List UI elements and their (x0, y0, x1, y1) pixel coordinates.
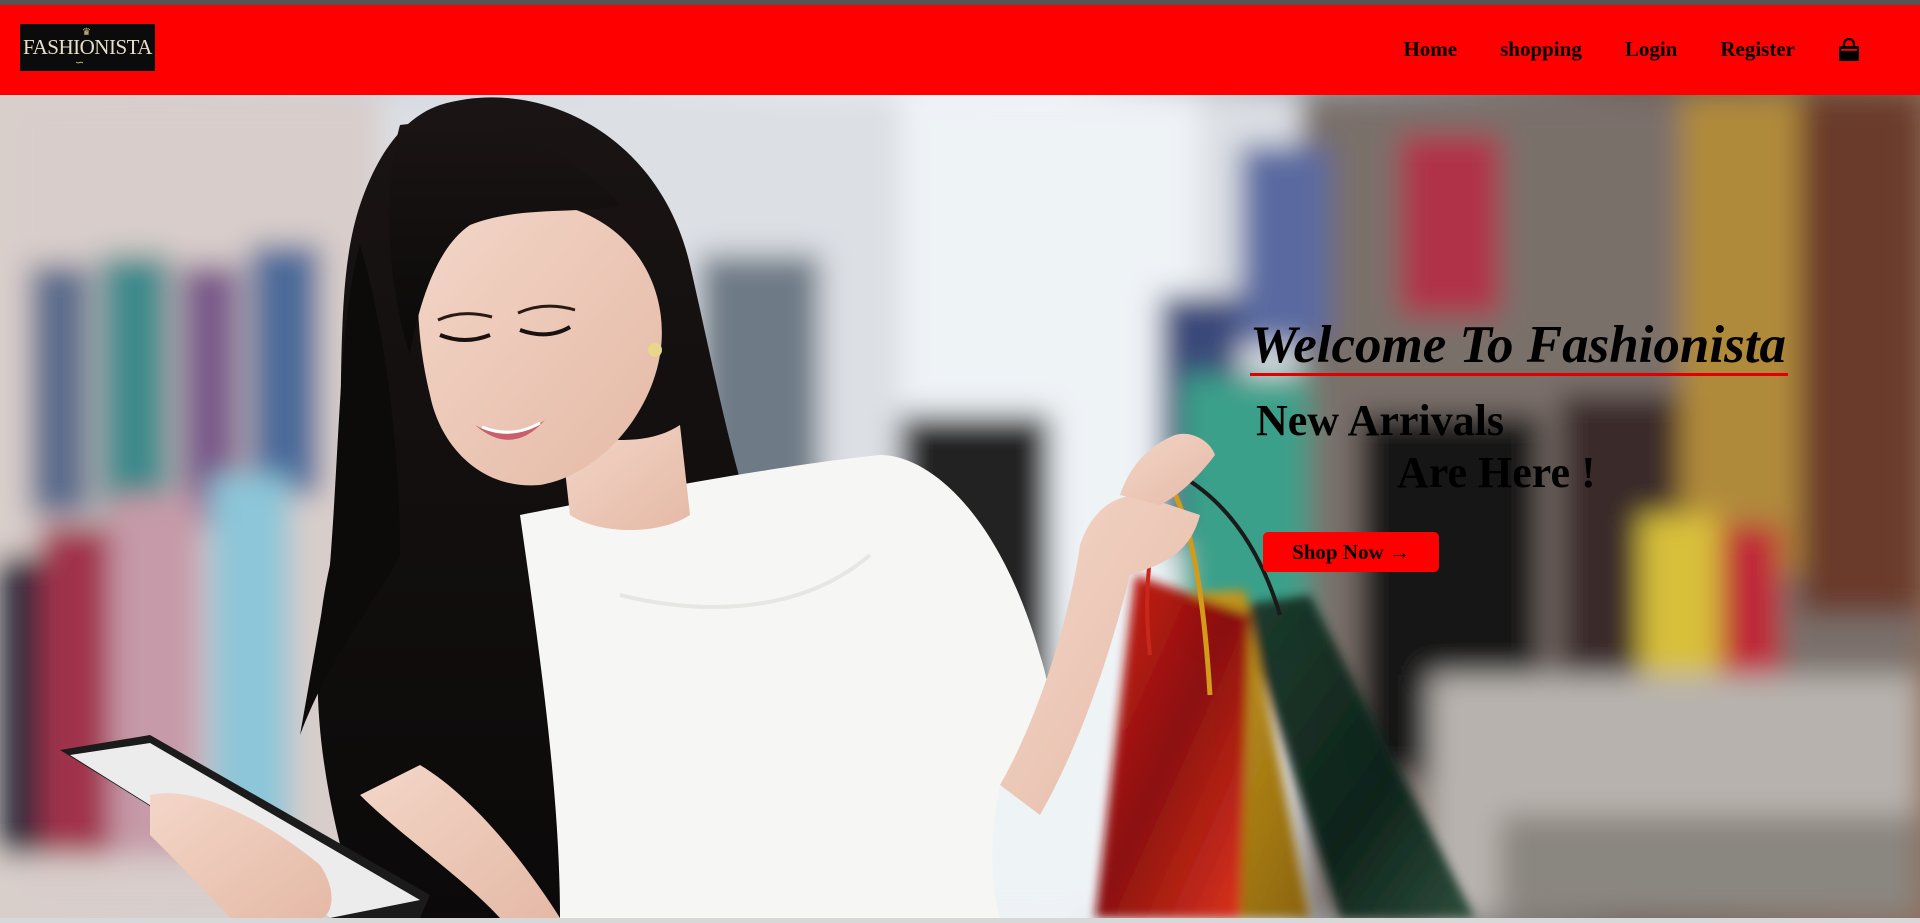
shop-now-button[interactable]: Shop Now → (1263, 532, 1439, 572)
hero-title: Welcome To Fashionista (1250, 316, 1788, 376)
hero-subtitle-line2: Are Here ! (1397, 448, 1596, 497)
nav-shopping-link[interactable]: shopping (1500, 37, 1582, 62)
page-bottom-edge (0, 918, 1920, 923)
crown-icon: ♛ (82, 27, 91, 38)
nav-home-link[interactable]: Home (1403, 37, 1457, 62)
hero-banner: Welcome To Fashionista New Arrivals Are … (0, 95, 1920, 918)
logo-text: FASHIONISTA (23, 35, 152, 59)
hero-subtitle-line1: New Arrivals (1256, 396, 1505, 445)
hero-photo (0, 95, 1920, 918)
nav-register-link[interactable]: Register (1720, 37, 1795, 62)
brand-logo[interactable]: ♛ FASHIONISTA ∽ (20, 24, 155, 71)
hero-text-block: Welcome To Fashionista New Arrivals Are … (1250, 316, 1788, 572)
swirl-ornament-icon: ∽ (75, 57, 84, 69)
navbar: ♛ FASHIONISTA ∽ Home shopping Login Regi… (0, 5, 1920, 95)
nav-login-link[interactable]: Login (1625, 37, 1678, 62)
main-nav: Home shopping Login Register (1360, 37, 1860, 62)
shopping-bag-icon[interactable] (1838, 37, 1860, 62)
